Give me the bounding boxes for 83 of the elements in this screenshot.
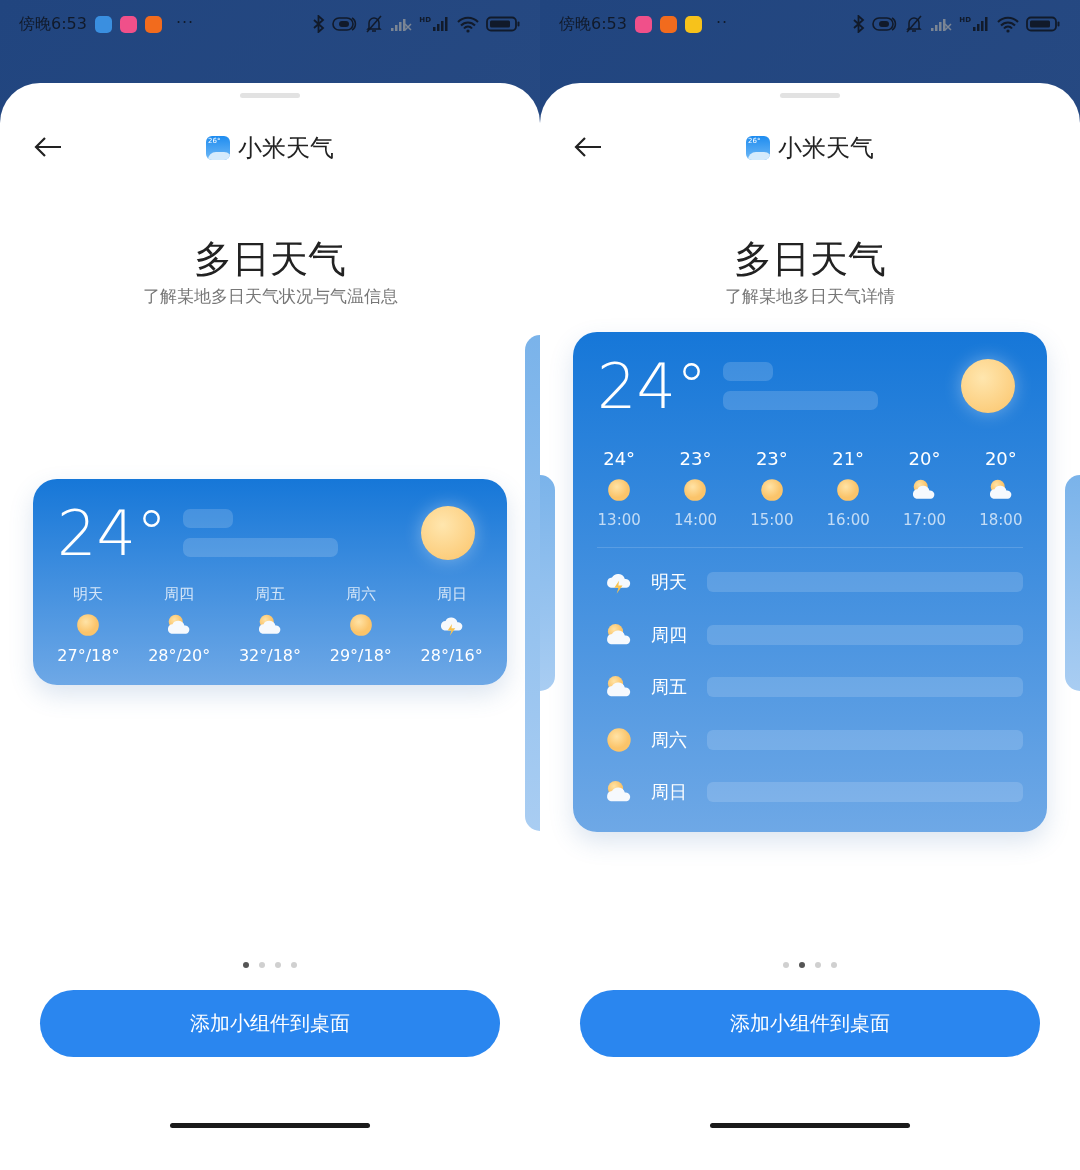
- current-temperature: 24°: [597, 354, 707, 420]
- hour-temperature: 23°: [679, 448, 712, 469]
- day-label: 周六: [651, 727, 688, 752]
- hour-time: 18:00: [979, 511, 1023, 529]
- sun-icon: [606, 477, 633, 503]
- toggle-icon: [332, 16, 359, 32]
- hour-time: 14:00: [673, 511, 718, 529]
- page-dot[interactable]: [275, 962, 281, 968]
- day-label: 周四: [164, 585, 195, 604]
- widget-description: 了解某地多日天气详情: [725, 285, 895, 308]
- page-dot[interactable]: [783, 962, 789, 968]
- day-label: 周日: [651, 780, 688, 805]
- bluetooth-icon: [853, 15, 866, 33]
- temperature-range: 29°/18°: [329, 646, 392, 665]
- sheet-handle[interactable]: [240, 93, 300, 98]
- toggle-icon: [872, 16, 899, 32]
- page-dot[interactable]: [831, 962, 837, 968]
- page-dot[interactable]: [799, 962, 805, 968]
- back-arrow-icon: [33, 136, 63, 158]
- widget-description: 了解某地多日天气状况与气温信息: [142, 285, 398, 308]
- hour-time: 16:00: [826, 511, 870, 529]
- sun-icon: [835, 477, 862, 503]
- card-peek[interactable]: [1065, 475, 1080, 691]
- add-widget-button[interactable]: 添加小组件到桌面: [580, 990, 1040, 1057]
- sun-icon: [347, 612, 374, 638]
- day-label: 周六: [345, 585, 376, 604]
- add-widget-button[interactable]: 添加小组件到桌面: [40, 990, 500, 1057]
- sun-icon: [421, 506, 475, 560]
- hour-temperature: 24°: [603, 448, 636, 469]
- wifi-icon: [457, 15, 479, 33]
- sun-icon: [758, 477, 785, 503]
- hour-temperature: 20°: [908, 448, 941, 469]
- status-time: 傍晚6:53: [559, 13, 627, 35]
- home-indicator[interactable]: [170, 1123, 370, 1128]
- app-name: 小米天气: [778, 133, 874, 164]
- day-label: 周四: [651, 622, 688, 647]
- more-notifications: ··: [715, 13, 729, 33]
- muted-bell-icon: [365, 15, 384, 33]
- day-label: 明天: [651, 570, 688, 595]
- battery-icon: [486, 16, 520, 32]
- day-label: 明天: [73, 585, 104, 604]
- more-notifications: ···: [175, 13, 195, 33]
- sun-icon: [75, 612, 102, 638]
- hour-time: 15:00: [750, 511, 794, 529]
- no-signal-icon: [390, 16, 413, 32]
- day-label: 周日: [436, 585, 467, 604]
- hour-time: 13:00: [597, 511, 641, 529]
- battery-icon: [1026, 16, 1060, 32]
- muted-bell-icon: [905, 15, 924, 33]
- temperature-range: 32°/18°: [238, 646, 302, 665]
- temperature-range: 28°/20°: [148, 646, 211, 665]
- status-time: 傍晚6:53: [19, 13, 87, 35]
- widget-title: 多日天气: [194, 236, 346, 283]
- sun-icon: [605, 725, 633, 754]
- wifi-icon: [997, 15, 1019, 33]
- hour-temperature: 21°: [832, 448, 865, 469]
- signal-icon: [432, 16, 450, 32]
- sheet-handle[interactable]: [780, 93, 840, 98]
- temperature-range: 28°/16°: [420, 646, 483, 665]
- app-name: 小米天气: [238, 133, 334, 164]
- hour-temperature: 23°: [755, 448, 788, 469]
- sun-icon: [961, 359, 1015, 413]
- bluetooth-icon: [313, 15, 326, 33]
- card-peek[interactable]: [525, 335, 540, 831]
- placeholder-bar: [722, 362, 773, 381]
- widget-title: 多日天气: [734, 236, 886, 283]
- page-dot[interactable]: [291, 962, 297, 968]
- temperature-range: 27°/18°: [57, 646, 120, 665]
- current-temperature: 24°: [57, 501, 167, 567]
- page-dot[interactable]: [815, 962, 821, 968]
- card-peek[interactable]: [540, 475, 555, 691]
- back-arrow-icon: [573, 136, 603, 158]
- hour-temperature: 20°: [984, 448, 1017, 469]
- page-dot[interactable]: [259, 962, 265, 968]
- day-label: 周五: [255, 585, 285, 604]
- day-label: 周五: [651, 675, 688, 700]
- hour-time: 17:00: [902, 511, 947, 529]
- sun-icon: [682, 477, 709, 503]
- signal-icon: [972, 16, 990, 32]
- no-signal-icon: [930, 16, 953, 32]
- placeholder-bar: [182, 509, 233, 528]
- home-indicator[interactable]: [710, 1123, 910, 1128]
- page-dot[interactable]: [243, 962, 249, 968]
